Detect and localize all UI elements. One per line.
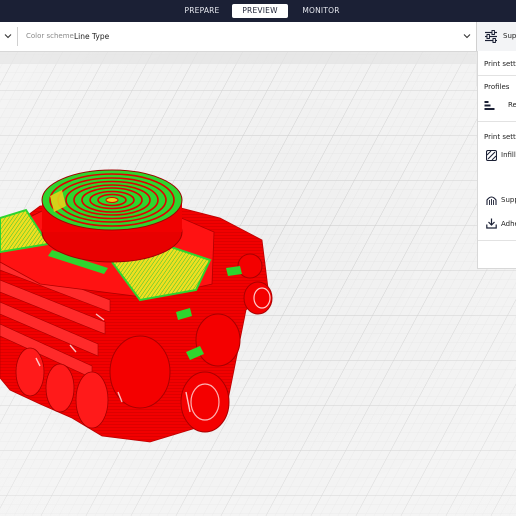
panel-divider — [478, 121, 516, 122]
profiles-label: Profiles — [484, 83, 510, 91]
infill-icon — [486, 150, 497, 161]
chevron-down-icon[interactable] — [3, 31, 13, 41]
panel-title: Print settin — [484, 60, 516, 68]
support-label[interactable]: Supp — [501, 196, 516, 204]
infill-label[interactable]: Infill ( — [501, 151, 516, 159]
settings-label: Supp — [503, 32, 516, 40]
panel-divider — [478, 240, 516, 241]
support-icon — [486, 196, 497, 205]
adhesion-icon — [486, 218, 497, 229]
print-settings-panel: Print settin Profiles Res Print settin I… — [477, 51, 516, 269]
print-settings-button[interactable]: Supp — [477, 22, 516, 51]
stage-bar: PREPARE PREVIEW MONITOR — [0, 0, 516, 22]
print-settings-label: Print settin — [484, 133, 516, 141]
profile-bars-icon — [484, 101, 495, 110]
color-scheme-select[interactable]: Line Type — [74, 32, 109, 41]
toolbar-divider — [17, 27, 18, 46]
tab-monitor[interactable]: MONITOR — [294, 4, 348, 18]
view-toolbar: Color scheme Line Type Supp — [0, 22, 516, 52]
sliders-icon — [485, 30, 497, 43]
panel-divider — [478, 75, 516, 76]
adhesion-label[interactable]: Adhe — [501, 220, 516, 228]
color-scheme-label: Color scheme — [26, 32, 74, 40]
chevron-down-icon[interactable] — [462, 31, 472, 41]
3d-viewport[interactable] — [0, 51, 516, 516]
build-plate-scene — [0, 51, 516, 516]
tab-preview[interactable]: PREVIEW — [232, 4, 288, 18]
tab-prepare[interactable]: PREPARE — [176, 4, 228, 18]
profile-value[interactable]: Res — [508, 101, 516, 109]
